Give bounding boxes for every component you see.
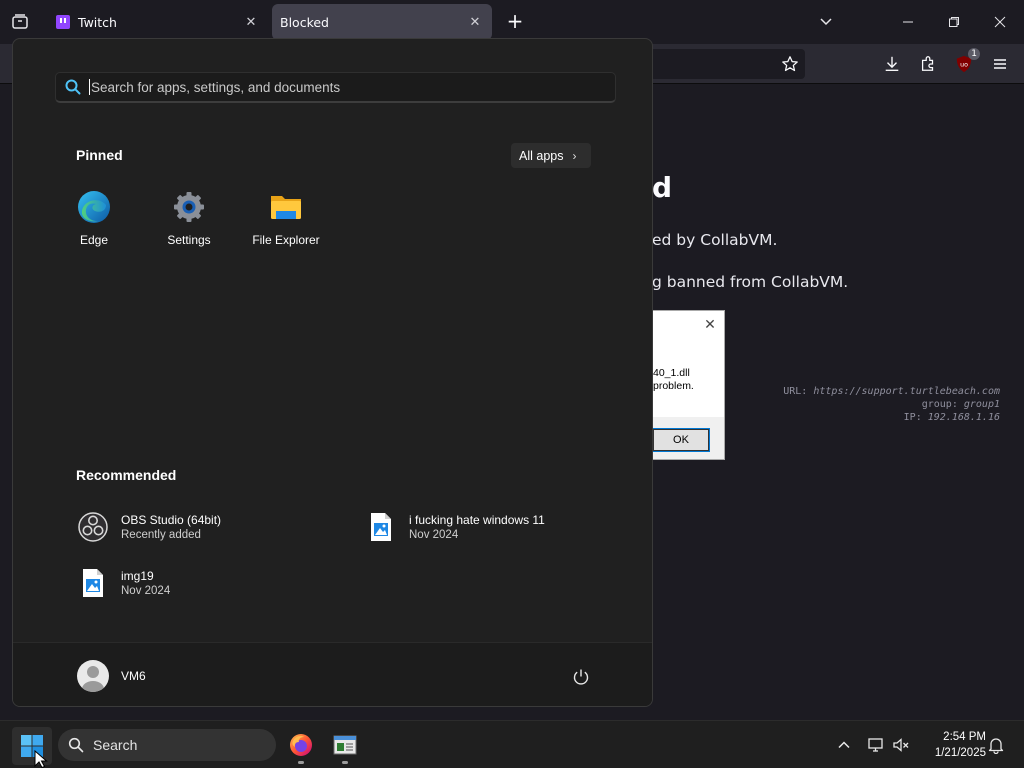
- pinned-app-settings[interactable]: Settings: [144, 189, 234, 251]
- extensions-puzzle-icon[interactable]: [916, 52, 940, 76]
- debug-url-value: https://support.turtlebeach.com: [813, 386, 1000, 397]
- minimize-icon[interactable]: [896, 10, 920, 34]
- start-menu-footer: VM6: [13, 642, 652, 706]
- recommended-section-title: Recommended: [76, 467, 177, 483]
- close-icon[interactable]: ✕: [466, 13, 484, 31]
- twitch-favicon-icon: [56, 15, 70, 29]
- network-icon[interactable]: [866, 735, 886, 755]
- recommended-item-file[interactable]: i fucking hate windows 11 Nov 2024: [365, 507, 545, 547]
- debug-label: IP:: [903, 412, 922, 423]
- user-avatar[interactable]: [77, 660, 109, 692]
- volume-muted-icon[interactable]: [891, 735, 911, 755]
- dialog-message-line: 40_1.dll: [653, 367, 690, 379]
- ok-button[interactable]: OK: [652, 428, 710, 452]
- start-search-box[interactable]: [55, 72, 616, 103]
- debug-label: group:: [921, 399, 958, 410]
- all-apps-label: All apps: [519, 148, 564, 163]
- text-caret: [89, 79, 90, 95]
- pinned-app-label: Edge: [79, 233, 109, 247]
- taskbar-clock[interactable]: 2:54 PM 1/21/2025: [920, 729, 986, 761]
- debug-ip-value: 192.168.1.16: [927, 412, 1000, 423]
- recommended-item-subtitle: Nov 2024: [409, 529, 459, 541]
- power-icon[interactable]: [571, 667, 591, 687]
- pinned-section-title: Pinned: [76, 147, 123, 163]
- svg-text:uo: uo: [960, 62, 968, 69]
- ublock-origin-icon[interactable]: uo 1: [952, 48, 980, 76]
- close-icon[interactable]: ✕: [242, 13, 260, 31]
- hamburger-menu-icon[interactable]: [988, 52, 1012, 76]
- close-window-icon[interactable]: [988, 10, 1012, 34]
- taskbar-search[interactable]: Search: [58, 729, 276, 761]
- error-dialog: ✕ 40_1.dll problem. OK: [652, 310, 725, 460]
- running-indicator: [342, 761, 348, 764]
- search-icon: [68, 737, 84, 753]
- blocked-message-line: g banned from CollabVM.: [652, 273, 849, 291]
- start-search-input[interactable]: [91, 79, 615, 95]
- debug-info: URL: https://support.turtlebeach.com gro…: [783, 385, 1000, 424]
- search-icon: [65, 79, 81, 95]
- running-indicator: [298, 761, 304, 764]
- recommended-item-img19[interactable]: img19 Nov 2024: [77, 563, 170, 603]
- taskbar: Search 2:54 PM 1/21/2025: [0, 720, 1024, 768]
- recommended-item-subtitle: Nov 2024: [121, 585, 171, 597]
- clock-date: 1/21/2025: [934, 747, 986, 759]
- tab-label: Twitch: [78, 14, 117, 30]
- taskbar-search-label: Search: [93, 737, 138, 753]
- edge-icon: [78, 191, 110, 223]
- restore-icon[interactable]: [942, 10, 966, 34]
- obs-icon: [77, 511, 109, 543]
- chevron-up-icon[interactable]: [834, 735, 854, 755]
- notification-bell-icon[interactable]: [986, 735, 1006, 755]
- list-all-tabs-chevron-icon[interactable]: [814, 10, 838, 34]
- debug-group-value: group1: [963, 399, 1000, 410]
- bookmark-star-icon[interactable]: [778, 52, 802, 76]
- pinned-app-label: Settings: [167, 233, 211, 247]
- image-file-icon: [365, 511, 397, 543]
- close-icon[interactable]: ✕: [702, 317, 718, 333]
- download-icon[interactable]: [880, 52, 904, 76]
- tab-twitch[interactable]: Twitch ✕: [46, 4, 268, 40]
- recommended-item-obs[interactable]: OBS Studio (64bit) Recently added: [77, 507, 221, 547]
- dialog-body: 40_1.dll problem.: [653, 341, 724, 417]
- dialog-message-line: problem.: [653, 380, 694, 392]
- user-name[interactable]: VM6: [121, 669, 146, 683]
- debug-label: URL:: [783, 386, 808, 397]
- recommended-item-name: img19: [121, 569, 154, 583]
- dialog-titlebar: ✕: [653, 311, 724, 341]
- chevron-right-icon: ›: [572, 148, 577, 163]
- new-tab-plus-icon[interactable]: +: [504, 11, 526, 33]
- tab-blocked[interactable]: Blocked ✕: [272, 4, 492, 40]
- start-menu: Pinned All apps › Edge: [12, 38, 653, 707]
- firefox-icon: [290, 734, 312, 756]
- pinned-app-edge[interactable]: Edge: [49, 189, 139, 251]
- extension-badge: 1: [968, 48, 980, 60]
- clock-time: 2:54 PM: [943, 731, 986, 743]
- taskbar-firefox[interactable]: [285, 729, 317, 764]
- tab-label: Blocked: [280, 14, 329, 30]
- pinned-app-file-explorer[interactable]: File Explorer: [241, 189, 331, 251]
- taskbar-control-panel[interactable]: [329, 729, 361, 764]
- recommended-item-subtitle: Recently added: [121, 529, 201, 541]
- folder-icon: [271, 196, 301, 219]
- tab-list-icon[interactable]: [8, 10, 32, 34]
- mouse-cursor-icon: [34, 750, 48, 768]
- settings-gear-icon: [174, 192, 204, 222]
- pinned-app-label: File Explorer: [252, 233, 320, 247]
- page-title: d: [652, 171, 673, 204]
- recommended-item-name: i fucking hate windows 11: [409, 513, 545, 527]
- recommended-item-name: OBS Studio (64bit): [121, 513, 222, 527]
- image-file-icon: [77, 567, 109, 599]
- window-app-icon: [333, 735, 357, 755]
- all-apps-button[interactable]: All apps ›: [511, 143, 591, 168]
- blocked-message-line: ed by CollabVM.: [652, 231, 778, 249]
